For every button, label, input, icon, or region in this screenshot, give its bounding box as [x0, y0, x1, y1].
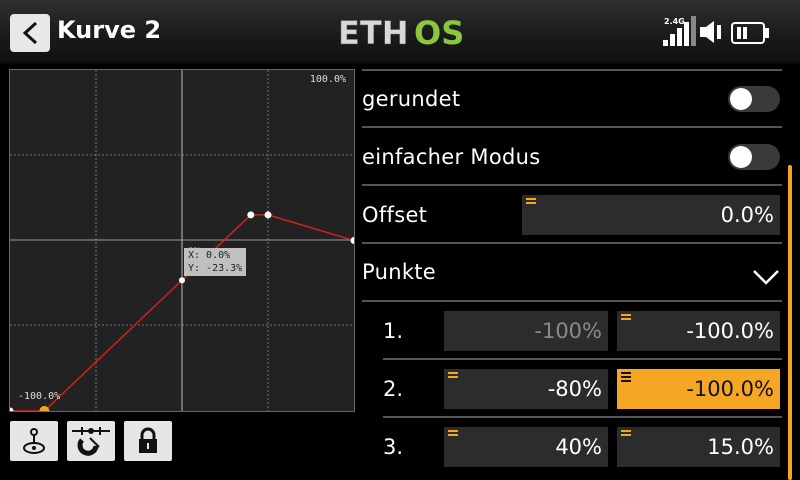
graph-min-label: -100.0%: [18, 391, 61, 402]
point-3-x-value: 40%: [555, 435, 602, 459]
toggle-knob: [730, 88, 752, 110]
chevron-down-icon[interactable]: [752, 268, 780, 286]
divider: [383, 358, 782, 360]
curve-point[interactable]: [350, 237, 355, 244]
simple-mode-label: einfacher Modus: [362, 145, 541, 169]
point-number: 3.: [383, 435, 404, 459]
cursor-marker: [179, 277, 185, 284]
edit-menu-icon: [621, 430, 631, 438]
battery-icon: [731, 22, 769, 44]
point-1-y-value: -100.0%: [686, 319, 774, 343]
point-1-x-field: -100%: [444, 311, 608, 351]
point-1-y-field[interactable]: -100.0%: [617, 311, 780, 351]
logo-text-eth: ETH: [338, 14, 408, 50]
tooltip-y: Y: -23.3%: [188, 263, 243, 274]
rounded-toggle[interactable]: [728, 86, 780, 112]
point-3-x-field[interactable]: 40%: [444, 427, 608, 467]
curve-point[interactable]: [10, 407, 14, 412]
tooltip-x: X: 0.0%: [188, 250, 231, 261]
divider: [362, 69, 782, 71]
toggle-knob: [730, 146, 752, 168]
points-label: Punkte: [362, 260, 437, 284]
stick-icon: [23, 428, 45, 454]
point-number: 1.: [383, 319, 404, 343]
divider: [383, 416, 782, 418]
lock-button[interactable]: [124, 421, 172, 461]
scrollbar[interactable]: [788, 165, 792, 480]
offset-field[interactable]: 0.0%: [522, 195, 780, 235]
curve-point[interactable]: [247, 211, 255, 219]
lock-icon: [139, 427, 157, 453]
cursor-tooltip: X: 0.0% Y: -23.3%: [184, 248, 247, 276]
snap-button[interactable]: [67, 421, 115, 461]
logo-text-os: OS: [414, 14, 464, 50]
simple-mode-toggle[interactable]: [728, 144, 780, 170]
rf-band-label: 2.4G: [664, 17, 685, 26]
point-2-y-value: -100.0%: [686, 377, 774, 401]
back-button[interactable]: [10, 14, 50, 52]
point-2-y-field[interactable]: -100.0%: [617, 369, 780, 409]
stick-button[interactable]: [10, 421, 58, 461]
edit-menu-icon: [448, 372, 458, 380]
divider: [362, 184, 782, 186]
edit-menu-icon: [526, 198, 536, 206]
point-2-x-field[interactable]: -80%: [444, 369, 608, 409]
volume-icon[interactable]: [700, 21, 724, 43]
point-1-x-value: -100%: [534, 319, 602, 343]
point-2-x-value: -80%: [547, 377, 602, 401]
curve-chart: [10, 70, 354, 411]
status-area: 2.4G: [663, 16, 788, 48]
divider: [362, 300, 782, 302]
magnet-snap-icon: [72, 427, 110, 456]
graph-max-label: 100.0%: [309, 74, 346, 85]
edit-menu-icon: [621, 314, 631, 322]
edit-menu-icon: [448, 430, 458, 438]
point-3-y-value: 15.0%: [707, 435, 774, 459]
rounded-label: gerundet: [362, 87, 461, 111]
point-number: 2.: [383, 377, 404, 401]
page-title: Kurve 2: [57, 16, 162, 44]
header-bar: Kurve 2 ETH OS 2.4G: [0, 0, 800, 64]
offset-value: 0.0%: [720, 203, 774, 227]
curve-graph[interactable]: 100.0% -100.0% 0% X: 0.0% Y: -23.3%: [9, 69, 355, 412]
divider: [362, 242, 782, 244]
offset-label: Offset: [362, 203, 428, 227]
curve-point[interactable]: [264, 211, 272, 219]
point-3-y-field[interactable]: 15.0%: [617, 427, 780, 467]
ethos-logo: ETH OS: [338, 14, 464, 50]
edit-menu-icon: [621, 372, 631, 384]
divider: [362, 126, 782, 128]
chevron-left-icon: [22, 21, 38, 45]
